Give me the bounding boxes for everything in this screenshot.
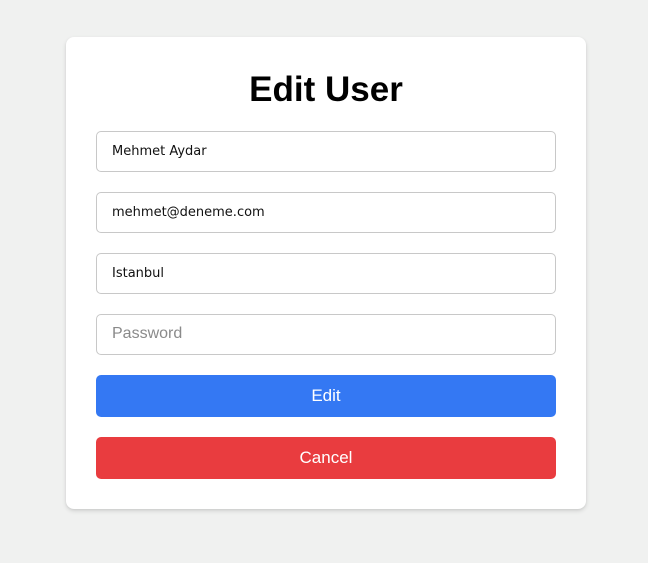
edit-button[interactable]: Edit [96,375,556,417]
edit-user-card: Edit User Edit Cancel [66,37,586,509]
email-field[interactable] [96,192,556,233]
name-field[interactable] [96,131,556,172]
cancel-button[interactable]: Cancel [96,437,556,479]
password-field[interactable] [96,314,556,355]
city-field[interactable] [96,253,556,294]
page-title: Edit User [249,70,403,109]
